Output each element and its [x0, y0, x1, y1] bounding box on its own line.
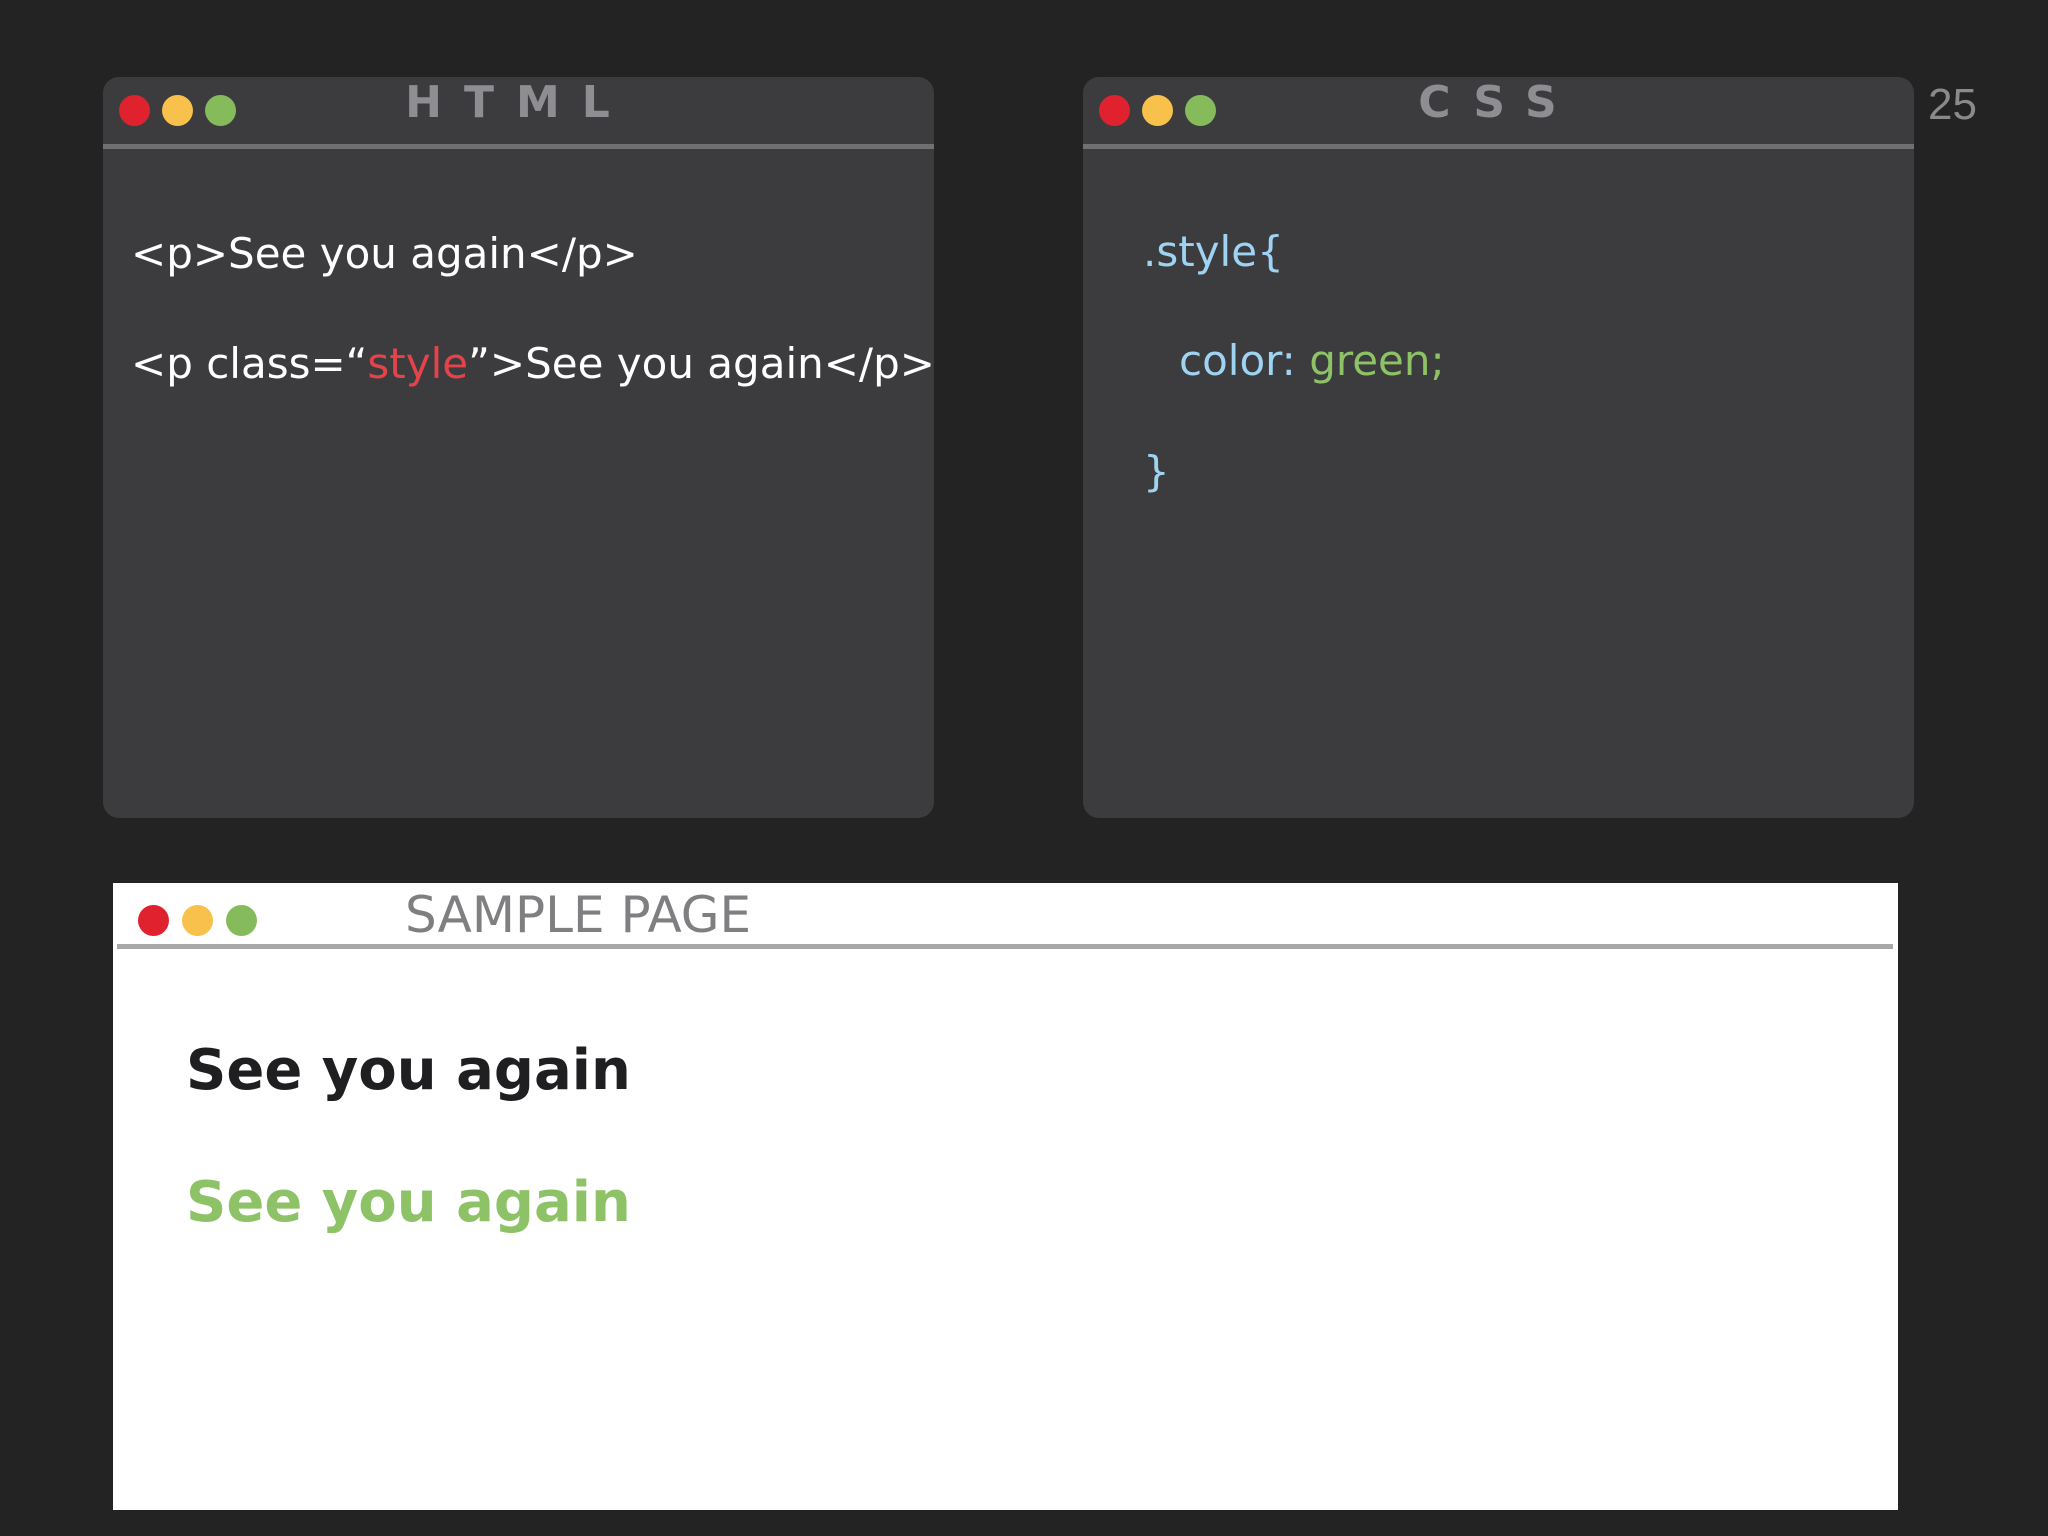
css-editor-window: CSS .style{ color: green; }	[1083, 77, 1914, 818]
sample-page-title: SAMPLE PAGE	[405, 886, 752, 944]
preview-paragraph-default: See you again	[186, 1038, 631, 1103]
html-code-line-2-after: ”>See you again</p>	[468, 339, 934, 388]
close-dot-icon[interactable]	[138, 905, 169, 936]
html-code-line-1[interactable]: <p>See you again</p>	[131, 229, 638, 279]
maximize-dot-icon[interactable]	[226, 905, 257, 936]
css-declaration-line[interactable]: color: green;	[1179, 336, 1445, 386]
html-class-value: style	[367, 339, 469, 388]
css-editor-titlebar: CSS	[1083, 77, 1914, 149]
html-code-line-2[interactable]: <p class=“style”>See you again</p>	[131, 339, 934, 389]
html-editor-titlebar: HTML	[103, 77, 934, 149]
minimize-dot-icon[interactable]	[182, 905, 213, 936]
css-editor-title: CSS	[1418, 77, 1579, 128]
sample-page-titlebar: SAMPLE PAGE	[117, 883, 1893, 949]
css-selector-line[interactable]: .style{	[1143, 227, 1284, 277]
html-code-line-2-before: <p class=“	[131, 339, 368, 388]
html-editor-title: HTML	[405, 77, 632, 128]
window-controls	[138, 905, 257, 936]
preview-paragraph-styled: See you again	[186, 1170, 631, 1235]
css-close-brace[interactable]: }	[1143, 447, 1170, 497]
sample-page-window: SAMPLE PAGE See you again See you again	[113, 883, 1898, 1510]
css-property: color:	[1179, 336, 1310, 385]
css-value: green;	[1309, 336, 1445, 385]
html-editor-window: HTML <p>See you again</p> <p class=“styl…	[103, 77, 934, 818]
slide-number: 25	[1928, 80, 1977, 129]
